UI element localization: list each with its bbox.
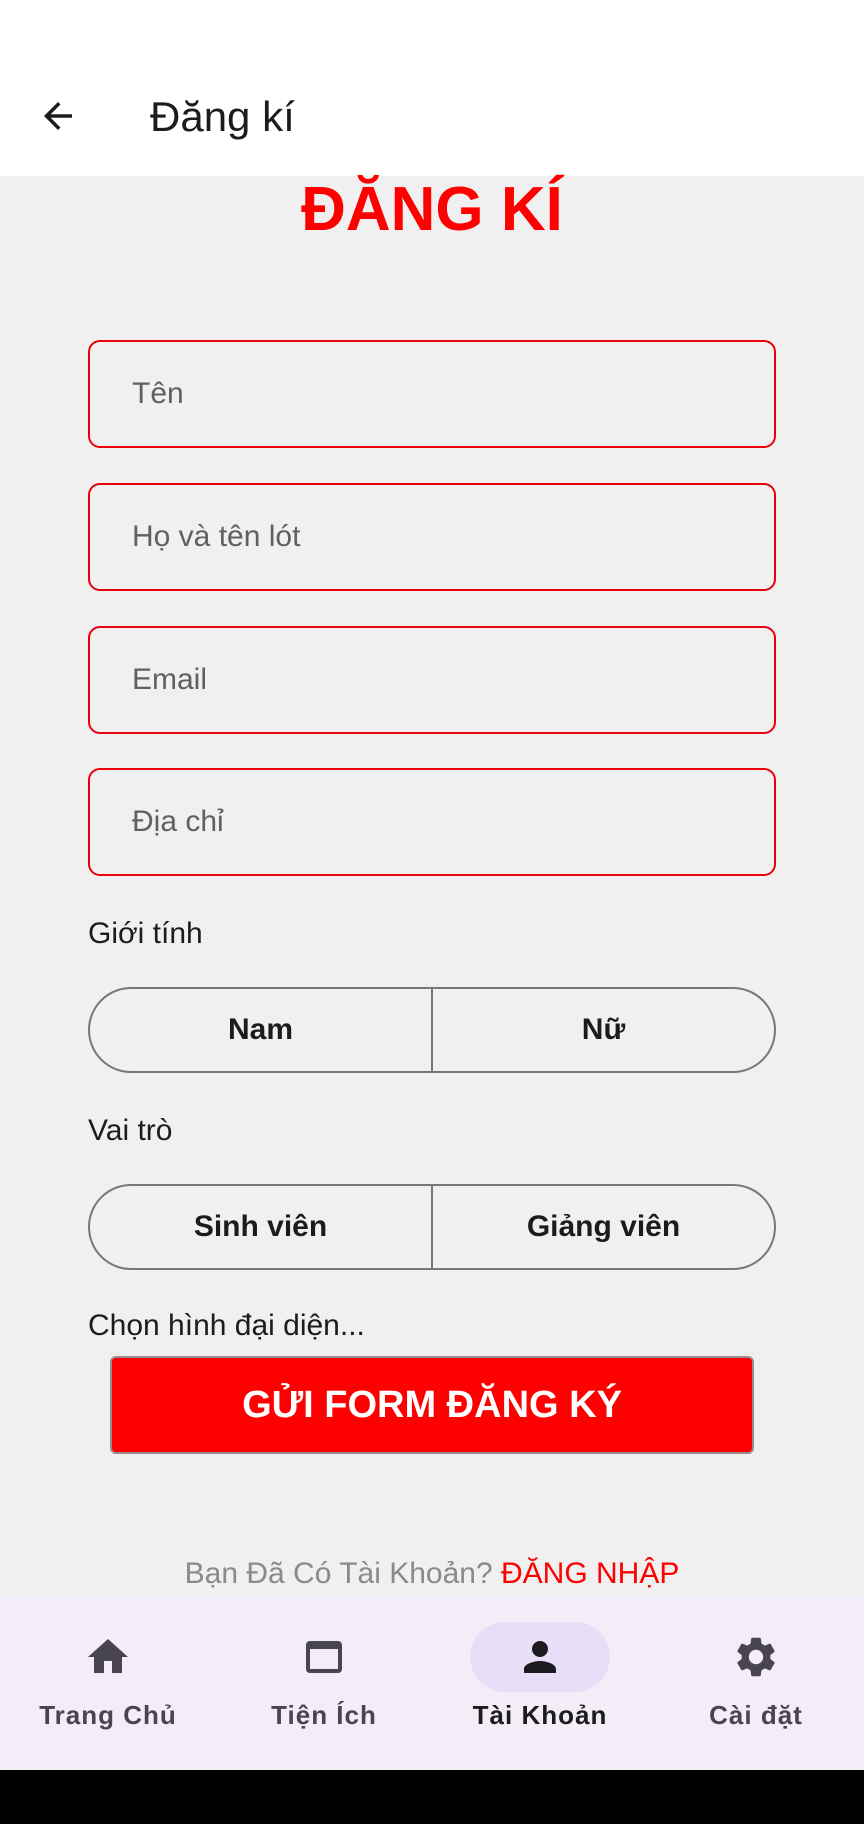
nav-label-settings: Cài đặt: [709, 1700, 803, 1730]
web-asset-icon: [306, 1641, 342, 1673]
nav-label-account: Tài Khoản: [472, 1700, 608, 1730]
role-option-lecturer[interactable]: Giảng viên: [431, 1186, 774, 1268]
status-bar: [0, 0, 864, 58]
back-button[interactable]: [26, 84, 90, 148]
first-name-input[interactable]: [90, 342, 774, 446]
last-name-input[interactable]: [90, 485, 774, 589]
gender-selector: Nam Nữ: [88, 987, 776, 1073]
login-question: Bạn Đã Có Tài Khoản?: [184, 1557, 493, 1590]
page-title: Đăng kí: [150, 93, 295, 140]
login-prompt: Bạn Đã Có Tài Khoản? ĐĂNG NHẬP: [0, 1556, 864, 1592]
nav-item-account[interactable]: Tài Khoản: [432, 1596, 648, 1770]
home-icon: [88, 1639, 128, 1673]
screen: Đăng kí ĐĂNG KÍ Giới tính Nam Nữ Vai trò…: [0, 0, 864, 1824]
nav-label-home: Trang Chủ: [39, 1700, 177, 1730]
nav-indicator-active: [470, 1622, 610, 1692]
bottom-navigation: Trang Chủ Tiện Ích Tài Khoản Cài đặt: [0, 1596, 864, 1770]
app-bar: Đăng kí: [0, 58, 864, 176]
nav-indicator: [254, 1622, 394, 1692]
role-selector: Sinh viên Giảng viên: [88, 1184, 776, 1270]
person-icon: [524, 1641, 556, 1673]
role-option-student[interactable]: Sinh viên: [90, 1186, 431, 1268]
nav-item-settings[interactable]: Cài đặt: [648, 1596, 864, 1770]
address-input[interactable]: [90, 770, 774, 874]
submit-register-button[interactable]: GỬI FORM ĐĂNG KÝ: [110, 1356, 754, 1454]
first-name-field[interactable]: [88, 340, 776, 448]
nav-indicator: [686, 1622, 826, 1692]
email-input[interactable]: [90, 628, 774, 732]
nav-item-home[interactable]: Trang Chủ: [0, 1596, 216, 1770]
nav-label-utilities: Tiện Ích: [271, 1700, 377, 1730]
gender-option-female[interactable]: Nữ: [431, 989, 774, 1071]
address-field[interactable]: [88, 768, 776, 876]
arrow-back-icon: [44, 102, 72, 130]
nav-indicator: [38, 1622, 178, 1692]
gender-option-male[interactable]: Nam: [90, 989, 431, 1071]
login-link[interactable]: ĐĂNG NHẬP: [501, 1557, 679, 1590]
system-navigation-bar: [0, 1770, 864, 1824]
gender-label: Giới tính: [88, 917, 203, 950]
last-name-field[interactable]: [88, 483, 776, 591]
choose-avatar-link[interactable]: Chọn hình đại diện...: [88, 1308, 365, 1344]
role-label: Vai trò: [88, 1114, 173, 1147]
email-field[interactable]: [88, 626, 776, 734]
nav-item-utilities[interactable]: Tiện Ích: [216, 1596, 432, 1770]
form-heading: ĐĂNG KÍ: [301, 175, 563, 244]
gear-icon: [737, 1637, 775, 1677]
